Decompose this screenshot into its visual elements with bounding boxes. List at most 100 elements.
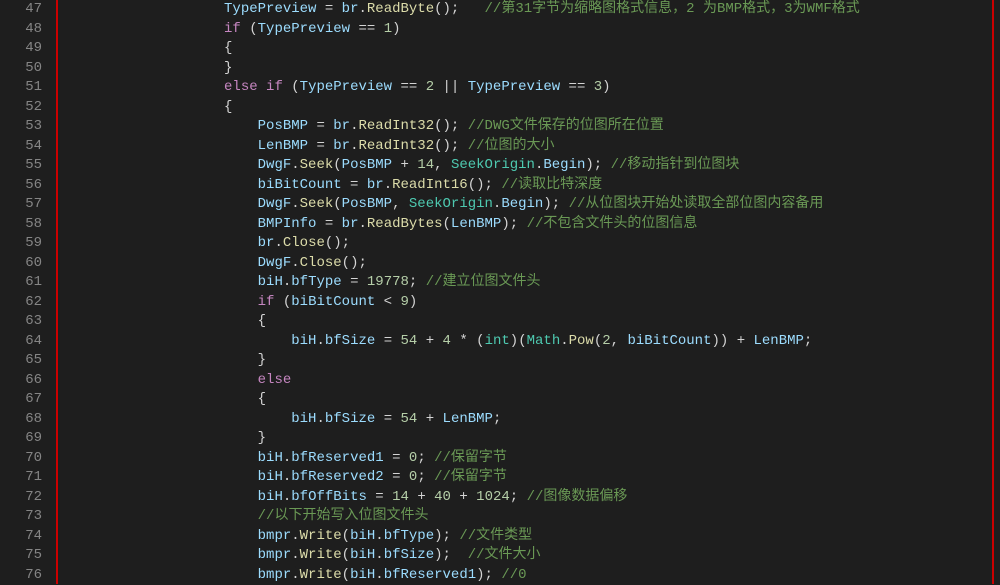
token-var: br <box>258 235 275 251</box>
indent <box>56 391 258 407</box>
token-pn: . <box>291 196 299 212</box>
line-number[interactable]: 58 <box>0 215 42 235</box>
code-line[interactable]: bmpr.Write(biH.bfReserved1); //0 <box>56 566 1000 585</box>
line-number[interactable]: 70 <box>0 449 42 469</box>
token-var: LenBMP <box>754 333 804 349</box>
code-line[interactable]: if (biBitCount < 9) <box>56 293 1000 313</box>
line-number[interactable]: 49 <box>0 39 42 59</box>
line-number[interactable]: 52 <box>0 98 42 118</box>
token-cm: //读取比特深度 <box>501 177 602 193</box>
token-fn: Seek <box>300 196 334 212</box>
code-line[interactable]: BMPInfo = br.ReadBytes(LenBMP); //不包含文件头… <box>56 215 1000 235</box>
line-number[interactable]: 73 <box>0 507 42 527</box>
indent <box>56 411 291 427</box>
code-line[interactable]: biH.bfReserved1 = 0; //保留字节 <box>56 449 1000 469</box>
line-number[interactable]: 50 <box>0 59 42 79</box>
token-var: bmpr <box>258 528 292 544</box>
indent <box>56 196 258 212</box>
code-line[interactable]: biH.bfReserved2 = 0; //保留字节 <box>56 468 1000 488</box>
code-area[interactable]: TypePreview = br.ReadByte(); //第31字节为缩略图… <box>56 0 1000 584</box>
code-editor[interactable]: 4748495051525354555657585960616263646566… <box>0 0 1000 584</box>
code-line[interactable]: biH.bfSize = 54 + LenBMP; <box>56 410 1000 430</box>
code-line[interactable]: else <box>56 371 1000 391</box>
code-line[interactable]: TypePreview = br.ReadByte(); //第31字节为缩略图… <box>56 0 1000 20</box>
line-number[interactable]: 71 <box>0 468 42 488</box>
code-line[interactable]: else if (TypePreview == 2 || TypePreview… <box>56 78 1000 98</box>
line-number[interactable]: 57 <box>0 195 42 215</box>
token-cls: int <box>485 333 510 349</box>
line-number[interactable]: 62 <box>0 293 42 313</box>
indent <box>56 294 258 310</box>
line-number[interactable]: 67 <box>0 390 42 410</box>
indent <box>56 255 258 271</box>
line-number[interactable]: 55 <box>0 156 42 176</box>
line-number[interactable]: 66 <box>0 371 42 391</box>
line-number[interactable]: 74 <box>0 527 42 547</box>
indent <box>56 333 291 349</box>
code-line[interactable]: { <box>56 98 1000 118</box>
code-line[interactable]: br.Close(); <box>56 234 1000 254</box>
code-line[interactable]: DwgF.Seek(PosBMP, SeekOrigin.Begin); //从… <box>56 195 1000 215</box>
line-number[interactable]: 47 <box>0 0 42 20</box>
token-pn: . <box>291 255 299 271</box>
token-var: br <box>333 138 350 154</box>
line-number[interactable]: 64 <box>0 332 42 352</box>
token-pn: } <box>224 60 232 76</box>
token-cm: //第31字节为缩略图格式信息，2 为BMP格式，3为WMF格式 <box>485 1 860 17</box>
token-pn: (); <box>468 177 502 193</box>
indent <box>56 313 258 329</box>
token-pn: . <box>316 333 324 349</box>
line-number[interactable]: 72 <box>0 488 42 508</box>
code-line[interactable]: biH.bfSize = 54 + 4 * (int)(Math.Pow(2, … <box>56 332 1000 352</box>
line-number[interactable]: 76 <box>0 566 42 585</box>
token-var: biH <box>350 567 375 583</box>
token-num: 3 <box>594 79 602 95</box>
code-line[interactable]: DwgF.Close(); <box>56 254 1000 274</box>
code-line[interactable]: if (TypePreview == 1) <box>56 20 1000 40</box>
line-number[interactable]: 60 <box>0 254 42 274</box>
token-pn: . <box>375 528 383 544</box>
code-line[interactable]: //以下开始写入位图文件头 <box>56 507 1000 527</box>
token-var: bfReserved2 <box>291 469 383 485</box>
line-number-gutter[interactable]: 4748495051525354555657585960616263646566… <box>0 0 56 584</box>
code-line[interactable]: DwgF.Seek(PosBMP + 14, SeekOrigin.Begin)… <box>56 156 1000 176</box>
code-line[interactable]: } <box>56 429 1000 449</box>
code-line[interactable]: { <box>56 39 1000 59</box>
token-pn: . <box>358 1 366 17</box>
line-number[interactable]: 51 <box>0 78 42 98</box>
code-line[interactable]: } <box>56 59 1000 79</box>
token-pn: )( <box>510 333 527 349</box>
line-number[interactable]: 65 <box>0 351 42 371</box>
line-number[interactable]: 69 <box>0 429 42 449</box>
code-line[interactable]: LenBMP = br.ReadInt32(); //位图的大小 <box>56 137 1000 157</box>
code-line[interactable]: biH.bfOffBits = 14 + 40 + 1024; //图像数据偏移 <box>56 488 1000 508</box>
code-line[interactable]: PosBMP = br.ReadInt32(); //DWG文件保存的位图所在位… <box>56 117 1000 137</box>
code-line[interactable]: bmpr.Write(biH.bfType); //文件类型 <box>56 527 1000 547</box>
code-line[interactable]: { <box>56 312 1000 332</box>
token-pn: . <box>274 235 282 251</box>
code-line[interactable]: } <box>56 351 1000 371</box>
token-pn: { <box>224 40 232 56</box>
token-op: = <box>342 177 367 193</box>
line-number[interactable]: 54 <box>0 137 42 157</box>
indent <box>56 157 258 173</box>
token-fn: Write <box>300 567 342 583</box>
line-number[interactable]: 56 <box>0 176 42 196</box>
line-number[interactable]: 59 <box>0 234 42 254</box>
line-number[interactable]: 63 <box>0 312 42 332</box>
code-line[interactable]: biH.bfType = 19778; //建立位图文件头 <box>56 273 1000 293</box>
token-num: 1024 <box>476 489 510 505</box>
line-number[interactable]: 75 <box>0 546 42 566</box>
line-number[interactable]: 48 <box>0 20 42 40</box>
line-number[interactable]: 68 <box>0 410 42 430</box>
token-op: == <box>560 79 594 95</box>
line-number[interactable]: 61 <box>0 273 42 293</box>
code-line[interactable]: bmpr.Write(biH.bfSize); //文件大小 <box>56 546 1000 566</box>
token-pn: (); <box>325 235 350 251</box>
code-line[interactable]: biBitCount = br.ReadInt16(); //读取比特深度 <box>56 176 1000 196</box>
line-number[interactable]: 53 <box>0 117 42 137</box>
code-line[interactable]: { <box>56 390 1000 410</box>
token-op: + <box>417 333 442 349</box>
token-op: = <box>384 469 409 485</box>
token-cm: //0 <box>501 567 526 583</box>
